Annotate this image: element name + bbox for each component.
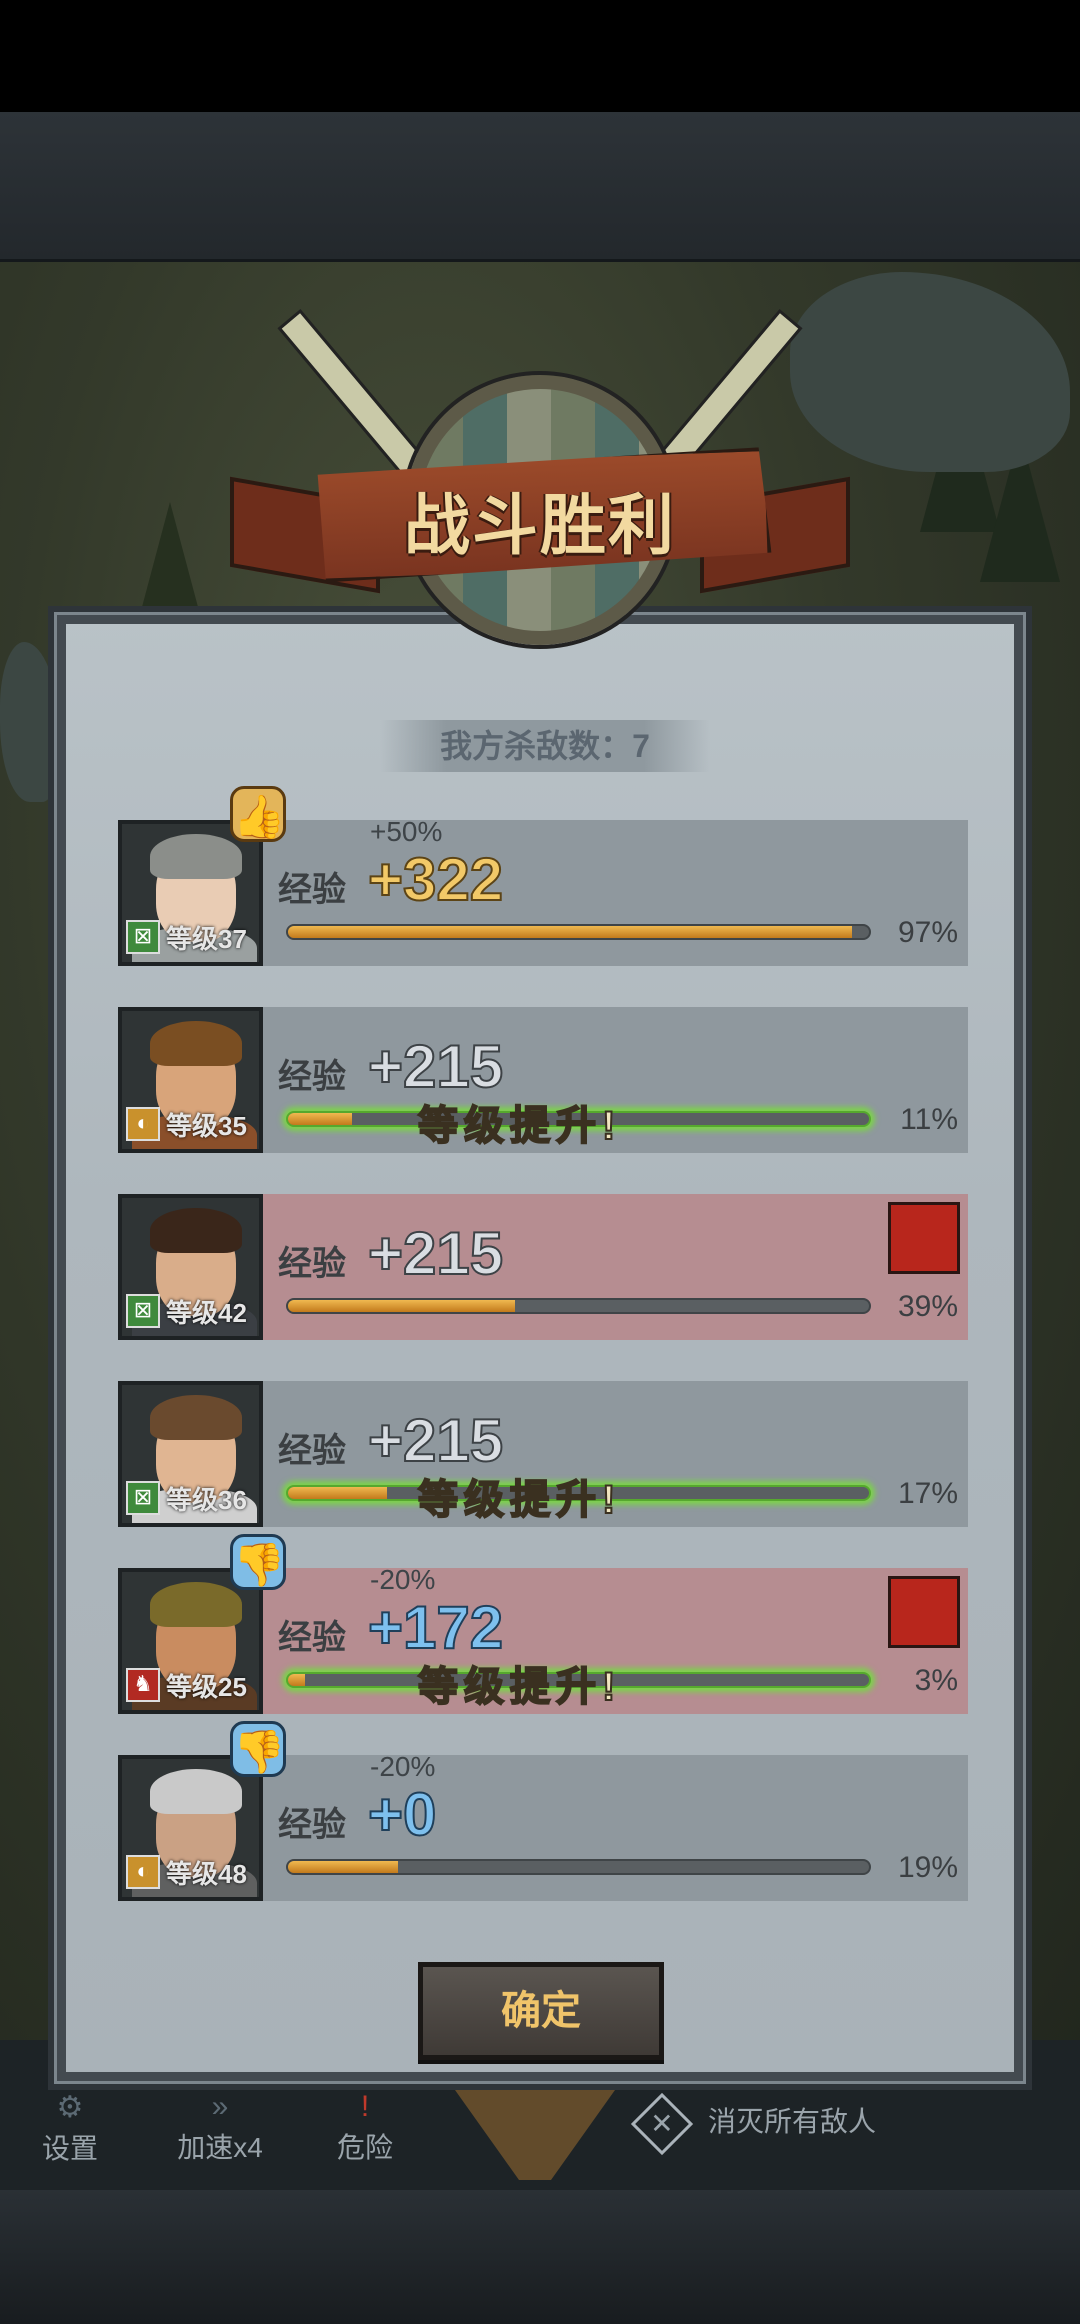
gear-icon: ⚙ bbox=[56, 2091, 84, 2124]
thumbs-down-icon: 👎 bbox=[230, 1721, 286, 1777]
exp-value: +215 bbox=[367, 1032, 504, 1101]
exp-percent: 97% bbox=[897, 916, 958, 949]
hero-portrait[interactable]: ⊠ 等级42 bbox=[118, 1194, 263, 1340]
victory-title: 战斗胜利 bbox=[404, 488, 676, 562]
class-icon: ◐ bbox=[126, 1855, 160, 1889]
exp-label: 经验 bbox=[278, 1432, 346, 1470]
hero-level: 等级37 bbox=[166, 924, 247, 954]
exp-label: 经验 bbox=[278, 1058, 346, 1096]
exp-percent: 3% bbox=[914, 1664, 958, 1697]
exp-percent: 17% bbox=[897, 1477, 958, 1510]
hero-row: ♞ 等级25 -20% 经验 +172 等级提升! 3% 👎 bbox=[118, 1534, 968, 1714]
level-up-text: 等级提升! bbox=[417, 1664, 622, 1710]
exp-progress-bar bbox=[286, 924, 871, 940]
exp-bonus: -20% bbox=[370, 1564, 436, 1595]
hero-level: 等级35 bbox=[166, 1111, 247, 1141]
exp-label: 经验 bbox=[278, 1619, 346, 1657]
injury-icon[interactable] bbox=[888, 1576, 960, 1648]
hero-row: ⊠ 等级42 经验 +215 39% bbox=[118, 1194, 968, 1340]
level-up-text: 等级提升! bbox=[417, 1103, 622, 1149]
bottom-area bbox=[0, 2190, 1080, 2324]
level-up-text: 等级提升! bbox=[417, 1477, 622, 1523]
hero-row: ◐ 等级48 -20% 经验 +0 19% 👎 bbox=[118, 1721, 968, 1901]
confirm-button[interactable]: 确定 bbox=[418, 1962, 664, 2060]
hero-row: ⊠ 等级37 +50% 经验 +322 97% 👍 bbox=[118, 786, 968, 966]
hero-level: 等级36 bbox=[166, 1485, 247, 1515]
status-bar-area bbox=[0, 0, 1080, 112]
crossed-swords-icon: ✕ bbox=[630, 2092, 694, 2155]
exp-value: +215 bbox=[367, 1406, 504, 1475]
exp-percent: 19% bbox=[897, 1851, 958, 1884]
warning-icon: ! bbox=[360, 2090, 370, 2123]
exp-value: +172 bbox=[367, 1593, 504, 1662]
top-band bbox=[0, 112, 1080, 262]
fast-forward-icon: » bbox=[211, 2090, 229, 2123]
speed-button[interactable]: » 加速x4 bbox=[160, 2090, 280, 2170]
exp-percent: 11% bbox=[900, 1103, 958, 1136]
thumbs-down-icon: 👎 bbox=[230, 1534, 286, 1590]
exp-label: 经验 bbox=[278, 1245, 346, 1283]
exp-value: +0 bbox=[367, 1780, 437, 1849]
exp-bonus: +50% bbox=[370, 816, 443, 847]
class-icon: ⊠ bbox=[126, 920, 160, 954]
danger-button[interactable]: ! 危险 bbox=[315, 2090, 415, 2170]
exp-percent: 39% bbox=[897, 1290, 958, 1323]
exp-bonus: -20% bbox=[370, 1751, 436, 1782]
exp-label: 经验 bbox=[278, 871, 346, 909]
exp-progress-bar bbox=[286, 1298, 871, 1314]
victory-emblem: 战斗胜利 bbox=[230, 290, 850, 710]
exp-label: 经验 bbox=[278, 1806, 346, 1844]
exp-value: +322 bbox=[367, 845, 504, 914]
hero-level: 等级48 bbox=[166, 1859, 247, 1889]
hero-level: 等级25 bbox=[166, 1672, 247, 1702]
exp-value: +215 bbox=[367, 1219, 504, 1288]
class-icon: ⊠ bbox=[126, 1294, 160, 1328]
hero-portrait[interactable]: ◐ 等级35 bbox=[118, 1007, 263, 1153]
injury-icon[interactable] bbox=[888, 1202, 960, 1274]
hero-portrait[interactable]: ⊠ 等级36 bbox=[118, 1381, 263, 1527]
class-icon: ◐ bbox=[126, 1107, 160, 1141]
hero-level: 等级42 bbox=[166, 1298, 247, 1328]
exp-progress-bar bbox=[286, 1859, 871, 1875]
kill-count: 我方杀敌数：7 bbox=[380, 720, 710, 772]
thumbs-up-icon: 👍 bbox=[230, 786, 286, 842]
settings-button[interactable]: ⚙ 设置 bbox=[20, 2090, 120, 2170]
class-icon: ⊠ bbox=[126, 1481, 160, 1515]
class-icon: ♞ bbox=[126, 1668, 160, 1702]
hero-row: ◐ 等级35 经验 +215 等级提升! 11% bbox=[118, 1007, 968, 1153]
objective: ✕ 消灭所有敌人 bbox=[630, 2092, 876, 2155]
hero-row: ⊠ 等级36 经验 +215 等级提升! 17% bbox=[118, 1381, 968, 1527]
